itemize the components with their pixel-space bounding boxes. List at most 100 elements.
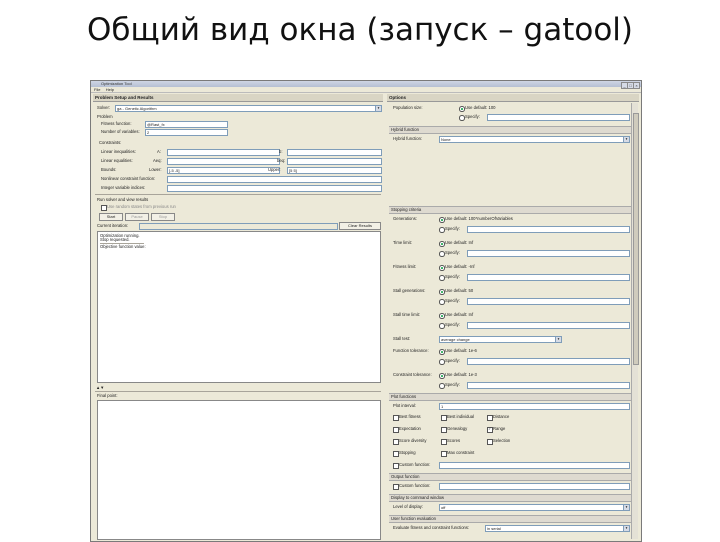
plot-best-fitness-checkbox[interactable] bbox=[393, 415, 399, 421]
plot-interval-input[interactable]: 1 bbox=[439, 403, 630, 410]
integer-indices-input[interactable] bbox=[167, 185, 382, 192]
plot-max-constraint-label: Max constraint bbox=[447, 450, 475, 455]
fitness-limit-default-radio[interactable] bbox=[439, 265, 445, 271]
plot-scores-label: Scores bbox=[447, 438, 461, 443]
output-function-group[interactable]: Output function bbox=[389, 473, 631, 481]
custom-output-label: Custom function: bbox=[399, 483, 431, 488]
fitness-limit-input[interactable] bbox=[467, 274, 630, 281]
generations-default-radio[interactable] bbox=[439, 217, 445, 223]
hybrid-function-value: None bbox=[441, 137, 451, 142]
b-input[interactable] bbox=[287, 149, 382, 156]
display-group[interactable]: Display to command window bbox=[389, 494, 631, 502]
number-of-variables-input[interactable]: 2 bbox=[145, 129, 228, 136]
function-tolerance-default-label: Use default: 1e-6 bbox=[445, 348, 477, 353]
menu-file[interactable]: File bbox=[94, 87, 100, 92]
solver-select[interactable]: ga - Genetic Algorithm ▾ bbox=[115, 105, 382, 112]
population-specify-radio[interactable] bbox=[459, 115, 465, 121]
plot-scores-checkbox[interactable] bbox=[441, 439, 447, 445]
level-of-display-label: Level of display: bbox=[393, 504, 424, 509]
integer-indices-label: Integer variable indices: bbox=[101, 185, 146, 190]
menu-help[interactable]: Help bbox=[106, 87, 114, 92]
plot-score-diversity-label: Score diversity bbox=[399, 438, 427, 443]
optimization-tool-window: Optimization Tool _ □ × File Help Proble… bbox=[90, 80, 642, 542]
fitness-limit-label: Fitness limit: bbox=[393, 264, 417, 269]
plot-score-diversity-checkbox[interactable] bbox=[393, 439, 399, 445]
function-tolerance-default-radio[interactable] bbox=[439, 349, 445, 355]
population-size-input[interactable] bbox=[487, 114, 630, 121]
population-size-label: Population size: bbox=[393, 105, 423, 110]
b-label: b: bbox=[279, 149, 283, 154]
pause-button[interactable]: Pause bbox=[125, 213, 149, 221]
beq-input[interactable] bbox=[287, 158, 382, 165]
function-tolerance-input[interactable] bbox=[467, 358, 630, 365]
scrollbar-thumb[interactable] bbox=[632, 113, 639, 365]
stall-generations-input[interactable] bbox=[467, 298, 630, 305]
population-default-radio[interactable] bbox=[459, 106, 465, 112]
options-panel: Options Population size: Use default: 10… bbox=[387, 94, 639, 540]
hybrid-function-group[interactable]: Hybrid function bbox=[389, 126, 631, 134]
generations-input[interactable] bbox=[467, 226, 630, 233]
divider bbox=[95, 194, 381, 195]
close-button[interactable]: × bbox=[633, 81, 640, 89]
A-label: A: bbox=[157, 149, 161, 154]
plot-expectation-checkbox[interactable] bbox=[393, 427, 399, 433]
fitness-limit-specify-radio[interactable] bbox=[439, 275, 445, 281]
stop-button[interactable]: Stop bbox=[151, 213, 175, 221]
expand-arrows-icon[interactable]: ▲▼ bbox=[96, 385, 104, 390]
user-function-evaluation-group[interactable]: User function evaluation bbox=[389, 515, 631, 523]
custom-output-checkbox[interactable] bbox=[393, 484, 399, 490]
linear-equalities-label: Linear equalities: bbox=[101, 158, 133, 163]
stall-generations-specify-radio[interactable] bbox=[439, 299, 445, 305]
start-button[interactable]: Start bbox=[99, 213, 123, 221]
hybrid-function-select[interactable]: None ▾ bbox=[439, 136, 630, 143]
plot-stopping-checkbox[interactable] bbox=[393, 451, 399, 457]
function-tolerance-specify-radio[interactable] bbox=[439, 359, 445, 365]
fitness-function-input[interactable]: @Rast_fx bbox=[145, 121, 228, 128]
Aeq-input[interactable] bbox=[167, 158, 280, 165]
plot-distance-label: Distance bbox=[493, 414, 510, 419]
time-limit-label: Time limit: bbox=[393, 240, 412, 245]
level-of-display-value: off bbox=[441, 505, 446, 510]
stopping-criteria-group[interactable]: Stopping criteria bbox=[389, 206, 631, 214]
time-limit-default-radio[interactable] bbox=[439, 241, 445, 247]
A-input[interactable] bbox=[167, 149, 280, 156]
stall-test-select[interactable]: average change ▾ bbox=[439, 336, 562, 343]
time-limit-input[interactable] bbox=[467, 250, 630, 257]
time-limit-specify-radio[interactable] bbox=[439, 251, 445, 257]
custom-plot-input[interactable] bbox=[439, 462, 630, 469]
bounds-label: Bounds: bbox=[101, 167, 117, 172]
lower-bounds-input[interactable]: [-5 -5] bbox=[167, 167, 280, 174]
level-of-display-select[interactable]: off ▾ bbox=[439, 504, 630, 511]
constraint-tolerance-specify-radio[interactable] bbox=[439, 383, 445, 389]
use-random-states-checkbox[interactable] bbox=[101, 205, 107, 211]
plot-best-individual-checkbox[interactable] bbox=[441, 415, 447, 421]
constraint-tolerance-default-radio[interactable] bbox=[439, 373, 445, 379]
plot-functions-group[interactable]: Plot functions bbox=[389, 393, 631, 401]
nonlinear-constraint-input[interactable] bbox=[167, 176, 382, 183]
clear-results-button[interactable]: Clear Results bbox=[339, 222, 381, 230]
constraint-tolerance-input[interactable] bbox=[467, 382, 630, 389]
population-default-label: Use default: 100 bbox=[465, 105, 496, 110]
plot-distance-checkbox[interactable] bbox=[487, 415, 493, 421]
stall-generations-default-radio[interactable] bbox=[439, 289, 445, 295]
stall-time-default-radio[interactable] bbox=[439, 313, 445, 319]
population-specify-label: Specify: bbox=[465, 114, 480, 119]
custom-plot-checkbox[interactable] bbox=[393, 463, 399, 469]
generations-specify-radio[interactable] bbox=[439, 227, 445, 233]
upper-bounds-input[interactable]: [5 5] bbox=[287, 167, 382, 174]
plot-genealogy-checkbox[interactable] bbox=[441, 427, 447, 433]
nonlinear-constraint-label: Nonlinear constraint function: bbox=[101, 176, 156, 181]
stall-generations-label: Stall generations: bbox=[393, 288, 426, 293]
plot-selection-checkbox[interactable] bbox=[487, 439, 493, 445]
plot-max-constraint-checkbox[interactable] bbox=[441, 451, 447, 457]
results-line: Objective function value: bbox=[100, 244, 146, 249]
stall-time-specify-radio[interactable] bbox=[439, 323, 445, 329]
evaluate-select[interactable]: in serial ▾ bbox=[485, 525, 630, 532]
custom-output-input[interactable] bbox=[439, 483, 630, 490]
numvars-label: Number of variables: bbox=[101, 129, 140, 134]
options-scrollbar[interactable] bbox=[631, 103, 639, 539]
plot-selection-label: Selection bbox=[493, 438, 511, 443]
plot-range-checkbox[interactable]: ✓ bbox=[487, 427, 493, 433]
stall-time-input[interactable] bbox=[467, 322, 630, 329]
final-point-label: Final point: bbox=[97, 393, 118, 398]
